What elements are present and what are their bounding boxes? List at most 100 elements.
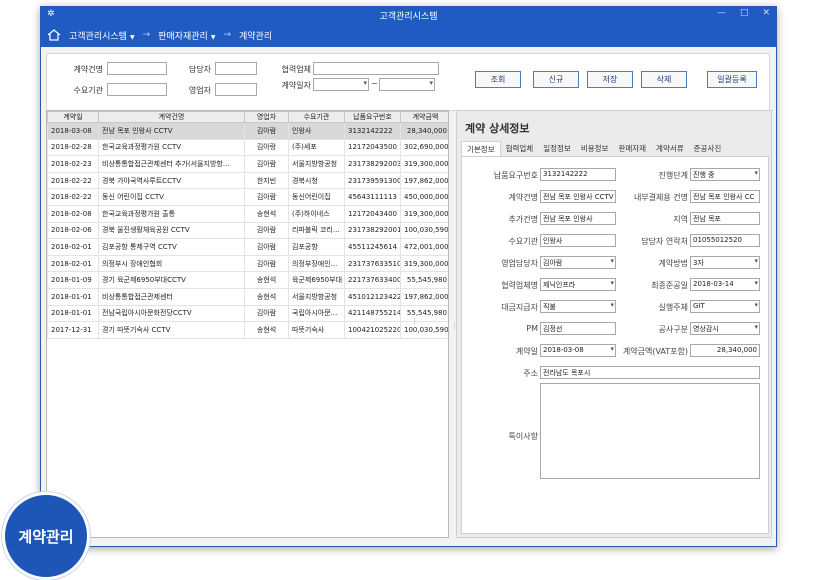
internal-name-field[interactable]: 전남 목포 인왕사 CC bbox=[690, 190, 760, 203]
table-cell: (주)하이네스 bbox=[288, 204, 345, 223]
column-header[interactable]: 계약금액 bbox=[400, 111, 448, 123]
contract-name-field[interactable]: 전남 목포 인왕사 CCTV bbox=[540, 190, 616, 203]
table-cell: 28,340,000 bbox=[400, 122, 448, 140]
progress-select[interactable]: 진행 중 bbox=[690, 168, 760, 181]
manager-input[interactable] bbox=[215, 62, 257, 75]
region-label: 지역 bbox=[673, 215, 688, 224]
date-separator: ~ bbox=[371, 79, 378, 88]
executor-select[interactable]: GIT bbox=[690, 300, 760, 313]
table-cell: 319,300,000 bbox=[400, 254, 448, 273]
date-from-select[interactable] bbox=[313, 78, 369, 91]
table-cell: 2018-01-01 bbox=[47, 304, 99, 323]
sales-rep-select[interactable]: 김아람 bbox=[540, 256, 616, 269]
contract-name-input[interactable] bbox=[107, 62, 167, 75]
contract-date-select[interactable]: 2018-03-08 bbox=[540, 344, 616, 357]
home-icon[interactable] bbox=[47, 29, 61, 41]
table-row[interactable]: 2018-01-01 전남국립아시아문화전당CCTV 김아람 국립아시아문... 421… bbox=[47, 304, 448, 323]
table-row[interactable]: 2018-02-22 경북 가야국역사루트CCTV 한지빈 경북시청 231739591… bbox=[47, 171, 448, 190]
table-cell: 송현석 bbox=[244, 287, 289, 306]
tab-sales-material[interactable]: 판매자재 bbox=[613, 141, 651, 156]
amount-field[interactable]: 28,340,000 bbox=[690, 344, 760, 357]
extra-name-field[interactable]: 전남 목포 인왕사 bbox=[540, 212, 616, 225]
partner-select[interactable]: 제닉인프라 bbox=[540, 278, 616, 291]
table-row[interactable]: 2018-02-23 비상통통합접근관제센터 추가(서울지방항... 김아람 서울지방… bbox=[47, 155, 448, 173]
pm-field[interactable]: 김정선 bbox=[540, 322, 616, 335]
column-header[interactable]: 계약건명 bbox=[98, 111, 245, 123]
delete-button[interactable]: 삭제 bbox=[641, 71, 687, 88]
table-cell: 전남국립아시아문화전당CCTV bbox=[98, 304, 245, 323]
table-row[interactable]: 2018-02-08 한국교육과정평가원 출통 송현석 (주)하이네스 12172043… bbox=[47, 204, 448, 223]
table-cell: 472,001,000 bbox=[400, 238, 448, 256]
breadcrumb-item-contract[interactable]: 계약관리 bbox=[239, 29, 272, 42]
method-select[interactable]: 3자 bbox=[690, 256, 760, 269]
partner-input[interactable] bbox=[313, 62, 439, 75]
memo-label: 특이사항 bbox=[508, 432, 538, 441]
close-icon[interactable]: ✕ bbox=[762, 8, 770, 18]
table-row[interactable]: 2018-02-01 의정부시 장애인협회 김아람 의정부장애인... 23173763… bbox=[47, 254, 448, 273]
table-cell: 2017-12-31 bbox=[47, 321, 99, 339]
table-cell: 동신 어린이집 CCTV bbox=[98, 188, 245, 206]
column-header[interactable]: 계약일 bbox=[47, 111, 99, 123]
client-input[interactable] bbox=[107, 83, 167, 96]
bulk-register-button[interactable]: 일괄등록 bbox=[707, 71, 757, 88]
maximize-icon[interactable]: □ bbox=[740, 8, 749, 18]
table-cell: 231738292003 bbox=[344, 155, 401, 173]
table-row[interactable]: 2018-01-01 비상통통합접근관제센터 송현석 서울지방항공청 451012123… bbox=[47, 287, 448, 306]
tab-completion-photos[interactable]: 준공사진 bbox=[689, 141, 727, 156]
save-button[interactable]: 저장 bbox=[587, 71, 633, 88]
client-field[interactable]: 인왕사 bbox=[540, 234, 616, 247]
table-cell: 197,862,000 bbox=[400, 287, 448, 306]
table-cell: 421148755214 bbox=[344, 304, 401, 323]
contract-name-label: 계약건명 bbox=[73, 65, 103, 74]
column-header[interactable]: 납품요구번호 bbox=[344, 111, 401, 123]
sales-rep-label: 영업자 bbox=[188, 86, 211, 95]
title-bar: ✲ 고객관리시스템 — □ ✕ bbox=[41, 7, 776, 23]
table-cell: 319,300,000 bbox=[400, 155, 448, 173]
tab-basic-info[interactable]: 기본정보 bbox=[461, 141, 501, 156]
region-field[interactable]: 전남 목포 bbox=[690, 212, 760, 225]
partner-label: 협력업체 bbox=[281, 65, 311, 74]
table-cell: 따뜻기숙사 bbox=[288, 321, 345, 339]
table-cell: 302,690,000 bbox=[400, 138, 448, 157]
column-header[interactable]: 영업자 bbox=[244, 111, 289, 123]
breadcrumb-item-system[interactable]: 고객관리시스템 ▼ bbox=[69, 29, 135, 42]
table-cell: 221737633400 bbox=[344, 271, 401, 289]
table-row[interactable]: 2018-02-06 경북 울진생활체육공원 CCTV 김아람 리파블릭 코리... 2… bbox=[47, 221, 448, 240]
table-cell: 경북 울진생활체육공원 CCTV bbox=[98, 221, 245, 240]
table-row[interactable]: 2018-02-28 한국교육과정평가원 CCTV 김아랑 (주)세포 12172043… bbox=[47, 138, 448, 157]
internal-name-label: 내부결제용 건명 bbox=[633, 193, 688, 202]
table-row[interactable]: 2018-01-09 경기 육군제6950부대CCTV 송현석 육군제6950부대 22… bbox=[47, 271, 448, 289]
column-header[interactable]: 수요기관 bbox=[288, 111, 345, 123]
splitter-handle[interactable]: ⋮ bbox=[411, 317, 418, 325]
search-panel: 계약건명 수요기관 담당자 영업자 협력업체 계약일자 ~ 조회 신규 저장 삭… bbox=[46, 53, 770, 111]
new-button[interactable]: 신규 bbox=[533, 71, 579, 88]
table-row[interactable]: 2018-02-22 동신 어린이집 CCTV 김아람 동신어린이집 456431111… bbox=[47, 188, 448, 206]
table-cell: 육군제6950부대 bbox=[288, 271, 345, 289]
tab-schedule[interactable]: 일정정보 bbox=[538, 141, 576, 156]
method-label: 계약방법 bbox=[658, 259, 688, 268]
manager-contact-field[interactable]: 01055012520 bbox=[690, 234, 760, 247]
table-row[interactable]: 2017-12-31 경기 따뜻기숙사 CCTV 송현석 따뜻기숙사 100421025… bbox=[47, 321, 448, 339]
table-cell: 김아람 bbox=[244, 155, 289, 173]
final-date-select[interactable]: 2018-03-14 bbox=[690, 278, 760, 291]
memo-textarea[interactable] bbox=[540, 383, 760, 479]
breadcrumb-item-sales-material[interactable]: 판매자재관리 ▼ bbox=[158, 29, 215, 42]
search-button[interactable]: 조회 bbox=[475, 71, 521, 88]
tab-documents[interactable]: 계약서류 bbox=[651, 141, 689, 156]
table-cell: 의정부시 장애인협회 bbox=[98, 254, 245, 273]
payer-select[interactable]: 직불 bbox=[540, 300, 616, 313]
work-type-select[interactable]: 영상감시 bbox=[690, 322, 760, 335]
table-cell: 김포공항 통제구역 CCTV bbox=[98, 238, 245, 256]
minimize-icon[interactable]: — bbox=[717, 8, 726, 18]
table-row[interactable]: 2018-02-01 김포공항 통제구역 CCTV 김아람 김포공항 455112456… bbox=[47, 238, 448, 256]
table-cell: 김아랑 bbox=[244, 138, 289, 157]
table-cell: 2018-01-09 bbox=[47, 271, 99, 289]
tab-cost[interactable]: 비용정보 bbox=[576, 141, 614, 156]
tab-partner[interactable]: 협력업체 bbox=[501, 141, 539, 156]
address-field[interactable]: 전라남도 목포시 bbox=[540, 366, 760, 379]
delivery-no-input[interactable]: 3132142222 bbox=[540, 168, 616, 181]
table-row[interactable]: 2018-03-08 전남 목포 인왕사 CCTV 김아람 인왕사 3132142222… bbox=[47, 122, 448, 140]
date-to-select[interactable] bbox=[379, 78, 435, 91]
table-cell: 김포공항 bbox=[288, 238, 345, 256]
sales-rep-input[interactable] bbox=[215, 83, 257, 96]
